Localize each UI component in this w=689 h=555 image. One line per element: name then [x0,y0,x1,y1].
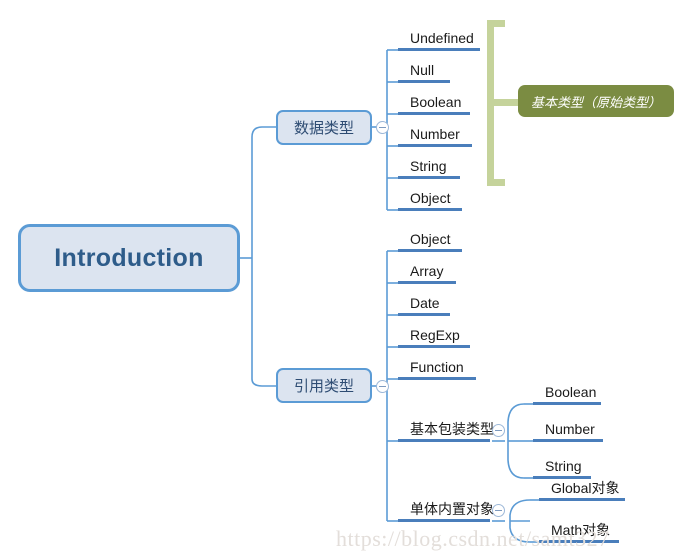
leaf-label: Boolean [545,384,597,400]
root-to-branch-0 [251,126,276,138]
branch-node-label: 引用类型 [293,378,354,395]
leaf-label: Number [410,126,460,142]
leaf-label: RegExp [410,327,460,343]
collapse-toggle-reference-type[interactable] [376,380,389,393]
mindmap-canvas: Introduction 数据类型 引用类型 Undefined Null Bo… [0,0,689,555]
leaf-boolean-wrapper[interactable]: Boolean [533,380,601,405]
collapse-toggle-builtin-objects[interactable] [492,504,505,517]
primitive-types-bracket-stem [494,99,520,106]
leaf-date[interactable]: Date [398,291,450,316]
leaf-label: String [410,158,447,174]
leaf-object[interactable]: Object [398,186,462,211]
leaf-label: Array [410,263,444,279]
branch-node-data-type[interactable]: 数据类型 [276,110,372,145]
branch-node-reference-type[interactable]: 引用类型 [276,368,372,403]
leaf-number-wrapper[interactable]: Number [533,417,603,442]
leaf-array[interactable]: Array [398,259,456,284]
leaf-label: Boolean [410,94,462,110]
leaf-label: Function [410,359,464,375]
leaf-label: Global对象 [551,480,620,496]
branch-node-label: 数据类型 [293,120,354,137]
leaf-boolean[interactable]: Boolean [398,90,470,115]
root-to-branch-1 [251,378,276,387]
leaf-global-object[interactable]: Global对象 [539,476,625,501]
leaf-label: Object [410,231,451,247]
subbranch-label: 基本包装类型 [410,421,494,437]
leaf-regexp[interactable]: RegExp [398,323,470,348]
watermark: https://blog.csdn.net/samt327 [336,526,610,551]
primitive-types-callout-label: 基本类型（原始类型） [530,94,661,110]
leaf-function[interactable]: Function [398,355,476,380]
subbranch-label: 单体内置对象 [410,501,494,517]
leaf-label: Object [410,190,451,206]
leaf-object-ref[interactable]: Object [398,227,462,252]
collapse-toggle-wrapper-types[interactable] [492,424,505,437]
leaf-label: String [545,458,582,474]
leaf-null[interactable]: Null [398,58,450,83]
primitive-types-callout[interactable]: 基本类型（原始类型） [518,85,674,117]
leaf-number[interactable]: Number [398,122,472,147]
sub-0-curve [507,403,525,479]
root-node[interactable]: Introduction [18,224,240,292]
root-node-label: Introduction [54,243,204,272]
leaf-label: Null [410,62,435,78]
subbranch-wrapper-types[interactable]: 基本包装类型 [398,417,494,442]
subbranch-builtin-objects[interactable]: 单体内置对象 [398,497,494,522]
leaf-label: Undefined [410,30,474,46]
leaf-string[interactable]: String [398,154,460,179]
leaf-label: Date [410,295,440,311]
leaf-undefined[interactable]: Undefined [398,26,480,51]
leaf-label: Number [545,421,595,437]
collapse-toggle-data-type[interactable] [376,121,389,134]
